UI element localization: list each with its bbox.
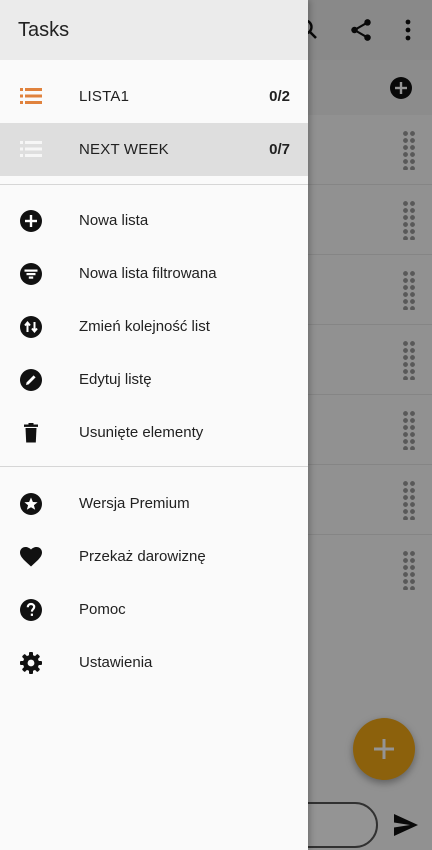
menu-donate[interactable]: Przekaż darowiznę [0, 530, 308, 583]
settings-icon [20, 652, 42, 674]
drawer-header: Tasks [0, 0, 308, 60]
divider [0, 184, 308, 185]
menu-new-filtered-list[interactable]: Nowa lista filtrowana [0, 247, 308, 300]
menu-label: Zmień kolejność list [79, 318, 210, 335]
menu-label: Nowa lista [79, 212, 149, 229]
list-name: LISTA1 [79, 88, 130, 105]
reorder-icon [20, 316, 42, 338]
list-icon [20, 88, 42, 104]
menu-label: Przekaż darowiznę [79, 548, 206, 565]
divider [0, 466, 308, 467]
menu-premium[interactable]: Wersja Premium [0, 477, 308, 530]
menu-label: Usunięte elementy [79, 424, 204, 441]
trash-icon [24, 423, 38, 443]
navigation-drawer: Tasks LISTA1 0/2 NEXT WEEK 0/7 Nowa list… [0, 0, 308, 850]
list-name: NEXT WEEK [79, 141, 169, 158]
menu-label: Wersja Premium [79, 495, 190, 512]
menu-label: Pomoc [79, 601, 126, 618]
help-icon [20, 599, 42, 621]
menu-edit-list[interactable]: Edytuj listę [0, 353, 308, 406]
list-icon [20, 141, 42, 157]
list-count: 0/7 [269, 141, 290, 158]
menu-deleted-items[interactable]: Usunięte elementy [0, 406, 308, 459]
menu-new-list[interactable]: Nowa lista [0, 194, 308, 247]
heart-icon [20, 547, 42, 567]
menu-help[interactable]: Pomoc [0, 583, 308, 636]
menu-label: Nowa lista filtrowana [79, 265, 217, 282]
add-circle-icon [20, 210, 42, 232]
drawer-title: Tasks [18, 18, 70, 41]
list-item-next-week[interactable]: NEXT WEEK 0/7 [0, 123, 308, 176]
menu-label: Edytuj listę [79, 371, 152, 388]
menu-settings[interactable]: Ustawienia [0, 636, 308, 689]
edit-icon [20, 369, 42, 391]
menu-label: Ustawienia [79, 654, 153, 671]
list-item-lista1[interactable]: LISTA1 0/2 [0, 70, 308, 123]
menu-reorder-lists[interactable]: Zmień kolejność list [0, 300, 308, 353]
filter-icon [20, 263, 42, 285]
star-badge-icon [20, 493, 42, 515]
list-count: 0/2 [269, 88, 290, 105]
